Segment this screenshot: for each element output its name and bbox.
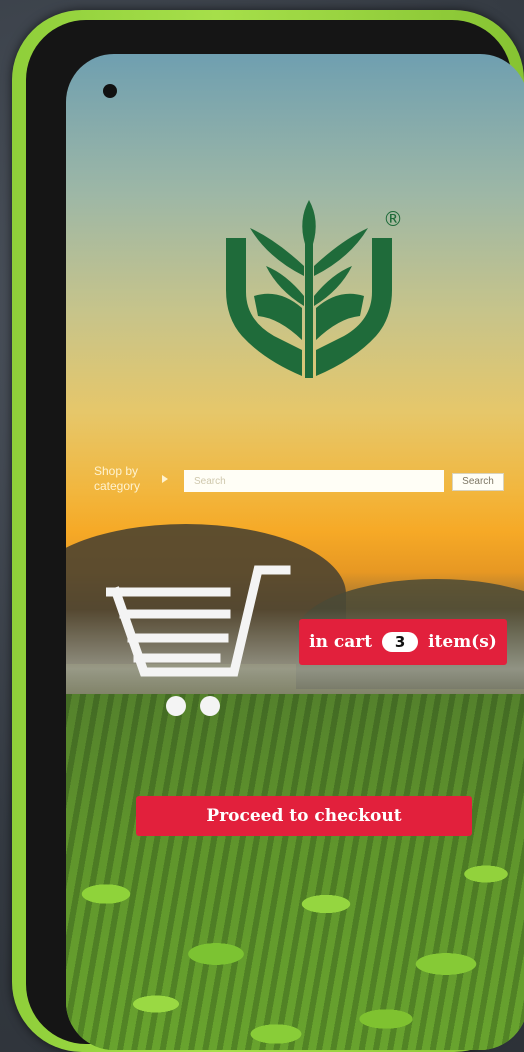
search-input[interactable]: [184, 470, 444, 492]
proceed-to-checkout-button[interactable]: Proceed to checkout: [136, 796, 472, 836]
phone-bezel: ® Shop by category Search in cart 3 item…: [26, 20, 524, 1050]
tea-leaves: [66, 834, 524, 1050]
shop-by-category-label[interactable]: Shop by category: [94, 464, 164, 494]
cart-count-badge: 3: [382, 632, 419, 652]
app-screen: ® Shop by category Search in cart 3 item…: [66, 54, 524, 1050]
logo-icon: [226, 200, 392, 378]
category-arrow-icon[interactable]: [162, 475, 168, 483]
cart-icon[interactable]: [106, 562, 291, 722]
registered-mark: ®: [383, 207, 403, 231]
search-button[interactable]: Search: [452, 473, 504, 491]
cart-suffix-label: item(s): [428, 632, 497, 652]
cart-prefix-label: in cart: [309, 632, 373, 652]
camera-icon: [103, 84, 117, 98]
cart-status-button[interactable]: in cart 3 item(s): [299, 619, 507, 665]
